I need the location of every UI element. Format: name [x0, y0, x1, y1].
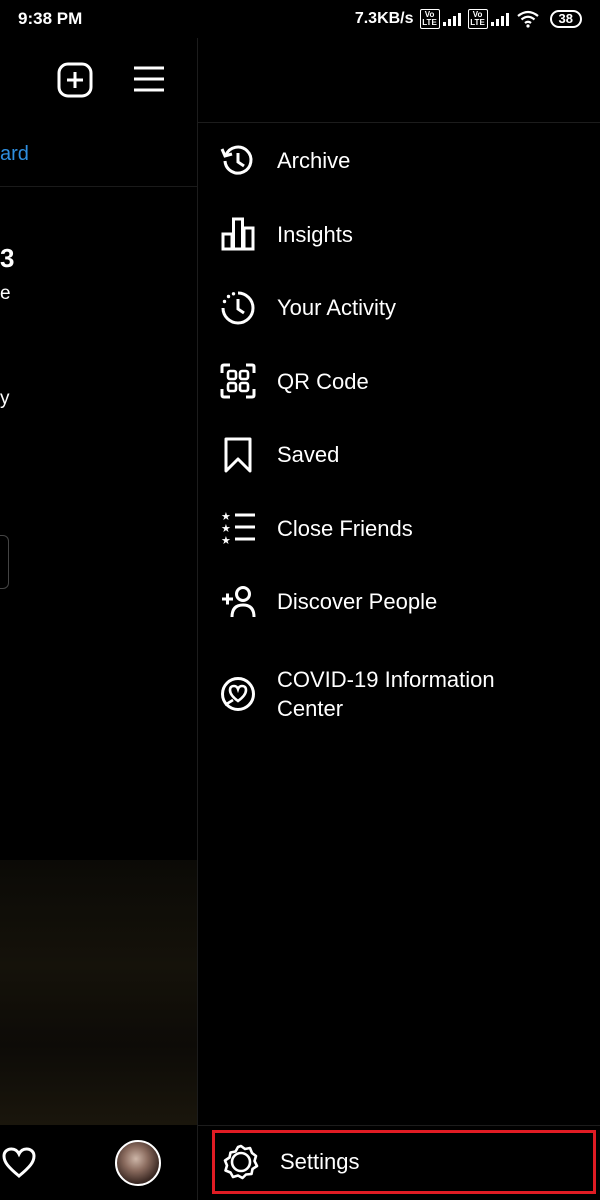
qr-code-icon	[220, 363, 256, 399]
signal-2: Vo LTE	[467, 9, 510, 29]
battery-icon: 38	[549, 10, 582, 28]
heart-icon[interactable]	[2, 1147, 36, 1179]
stat-fragment: 3	[0, 243, 15, 273]
menu-label: Your Activity	[277, 295, 397, 321]
menu-item-discover-people[interactable]: Discover People	[198, 565, 600, 639]
label-fragment: e	[0, 283, 11, 304]
status-bar: 9:38 PM 7.3KB/s Vo LTE Vo LTE 38	[0, 0, 600, 38]
network-speed: 7.3KB/s	[354, 10, 414, 27]
menu-label: Discover People	[277, 589, 438, 615]
menu-item-your-activity[interactable]: Your Activity	[198, 271, 600, 345]
status-icons: 7.3KB/s Vo LTE Vo LTE 38	[355, 9, 582, 29]
menu-label: COVID-19 Information Center	[277, 666, 495, 721]
menu-item-close-friends[interactable]: ★ ★ ★ Close Friends	[198, 492, 600, 566]
divider	[0, 186, 197, 187]
activity-icon	[220, 290, 256, 326]
volte-icon: Vo LTE	[467, 9, 488, 29]
post-thumbnail[interactable]	[0, 860, 197, 1125]
menu-label: Insights	[277, 221, 353, 247]
settings-button[interactable]: Settings	[212, 1130, 596, 1194]
new-post-icon[interactable]	[57, 62, 93, 98]
profile-avatar[interactable]	[115, 1140, 161, 1186]
menu-icon[interactable]	[132, 64, 166, 94]
menu-label: Close Friends	[277, 515, 413, 541]
gear-icon	[223, 1144, 259, 1180]
menu-item-covid-info[interactable]: COVID-19 Information Center	[198, 639, 600, 749]
side-menu: Archive Insights Your Activity QR Code S…	[198, 124, 600, 749]
settings-label: Settings	[280, 1149, 360, 1174]
volte-icon: Vo LTE	[419, 9, 440, 29]
close-friends-icon: ★ ★ ★	[220, 510, 256, 546]
menu-label: QR Code	[277, 368, 369, 394]
menu-label: Archive	[277, 148, 351, 174]
menu-item-saved[interactable]: Saved	[198, 418, 600, 492]
signal-bars-icon	[442, 13, 461, 26]
menu-label: Saved	[277, 442, 340, 468]
menu-item-insights[interactable]: Insights	[198, 198, 600, 272]
signal-1: Vo LTE	[419, 9, 462, 29]
button-edge[interactable]	[0, 535, 9, 589]
covid-info-icon	[220, 676, 256, 712]
wifi-icon	[516, 10, 539, 28]
status-time: 9:38 PM	[18, 9, 83, 28]
bio-fragment: y	[0, 388, 10, 409]
menu-item-archive[interactable]: Archive	[198, 124, 600, 198]
svg-text:★: ★	[221, 534, 231, 546]
archive-icon	[220, 143, 256, 179]
drawer-divider	[198, 122, 600, 123]
drawer-bottom-divider	[198, 1125, 600, 1126]
bookmark-icon	[220, 437, 256, 473]
menu-item-qr-code[interactable]: QR Code	[198, 345, 600, 419]
insights-icon	[220, 216, 256, 252]
signal-bars-icon	[490, 13, 509, 26]
add-person-icon	[220, 584, 256, 620]
dashboard-link[interactable]: ard	[0, 143, 29, 166]
